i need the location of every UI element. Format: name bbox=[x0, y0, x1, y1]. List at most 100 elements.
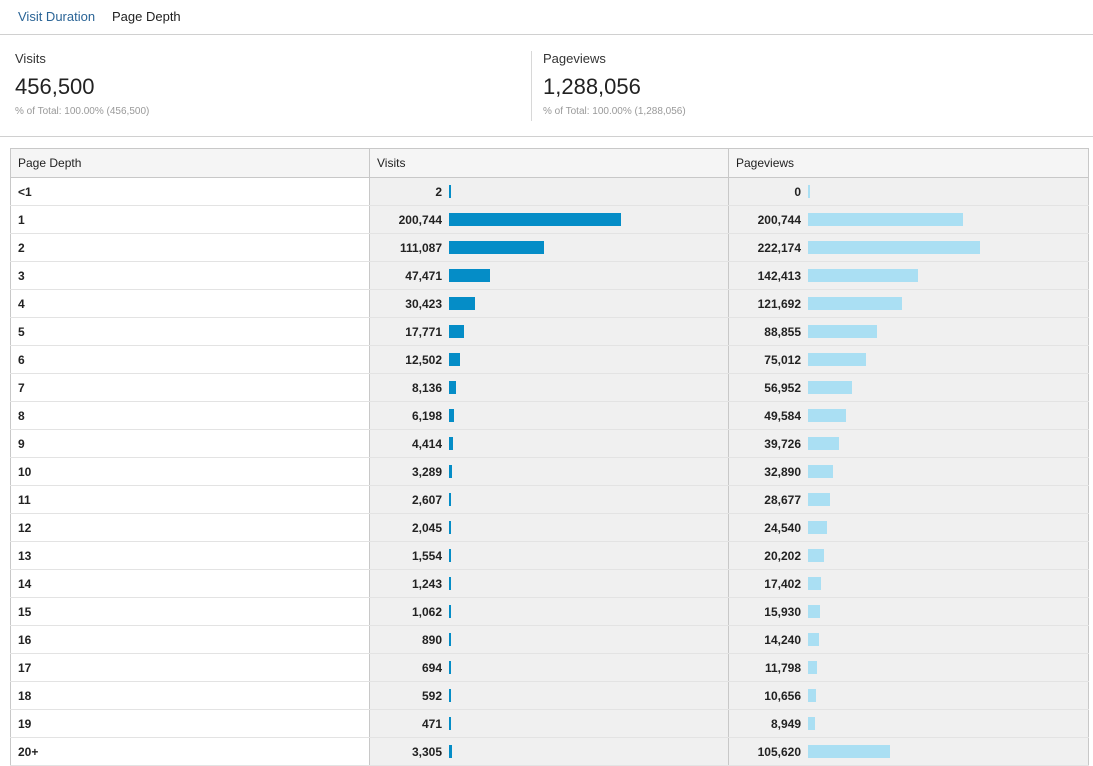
visits-metric-value: 456,500 bbox=[15, 74, 95, 99]
pageviews-bar bbox=[808, 605, 820, 618]
table-row[interactable]: 16 890 14,240 bbox=[10, 625, 1089, 654]
pageviews-value: 20,202 bbox=[764, 549, 801, 563]
pageviews-cell: 200,744 bbox=[728, 205, 1089, 234]
table-row[interactable]: 17 694 11,798 bbox=[10, 653, 1089, 682]
page-depth-cell: 14 bbox=[10, 569, 370, 598]
table-row[interactable]: 14 1,243 17,402 bbox=[10, 569, 1089, 598]
pageviews-metric-label: Pageviews bbox=[543, 51, 606, 66]
metric-divider bbox=[531, 51, 532, 121]
table-row[interactable]: <1 2 0 bbox=[10, 177, 1089, 206]
visits-bar bbox=[449, 185, 451, 198]
visits-bar bbox=[449, 493, 451, 506]
page-depth-cell: 2 bbox=[10, 233, 370, 262]
visits-value: 4,414 bbox=[411, 437, 442, 451]
table-row[interactable]: 10 3,289 32,890 bbox=[10, 457, 1089, 486]
table-row[interactable]: 8 6,198 49,584 bbox=[10, 401, 1089, 430]
page-depth-cell: 4 bbox=[10, 289, 370, 318]
pageviews-bar bbox=[808, 745, 890, 758]
visits-metric: Visits 456,500 % of Total: 100.00% (456,… bbox=[15, 51, 149, 117]
visits-bar bbox=[449, 381, 456, 394]
pageviews-value: 17,402 bbox=[764, 577, 801, 591]
table-row[interactable]: 3 47,471 142,413 bbox=[10, 261, 1089, 290]
pageviews-cell: 15,930 bbox=[728, 597, 1089, 626]
table-row[interactable]: 1 200,744 200,744 bbox=[10, 205, 1089, 234]
visits-cell: 2 bbox=[369, 177, 729, 206]
visits-bar bbox=[449, 717, 451, 730]
pageviews-cell: 121,692 bbox=[728, 289, 1089, 318]
visits-cell: 2,045 bbox=[369, 513, 729, 542]
visits-value: 3,305 bbox=[411, 745, 442, 759]
table-row[interactable]: 13 1,554 20,202 bbox=[10, 541, 1089, 570]
pageviews-value: 121,692 bbox=[757, 297, 801, 311]
visits-metric-total: % of Total: 100.00% (456,500) bbox=[15, 106, 150, 117]
page-depth-cell: 9 bbox=[10, 429, 370, 458]
pageviews-value: 88,855 bbox=[764, 325, 801, 339]
table-header-row: Page Depth Visits Pageviews bbox=[10, 148, 1089, 178]
pageviews-bar bbox=[808, 577, 821, 590]
column-header-pageviews[interactable]: Pageviews bbox=[728, 148, 1089, 178]
pageviews-value: 10,656 bbox=[764, 689, 801, 703]
visits-value: 1,554 bbox=[411, 549, 442, 563]
pageviews-metric-value: 1,288,056 bbox=[543, 74, 641, 99]
pageviews-bar bbox=[808, 353, 866, 366]
pageviews-cell: 105,620 bbox=[728, 737, 1089, 766]
pageviews-bar bbox=[808, 661, 817, 674]
visits-value: 694 bbox=[421, 661, 442, 675]
visits-cell: 2,607 bbox=[369, 485, 729, 514]
visits-cell: 17,771 bbox=[369, 317, 729, 346]
pageviews-cell: 222,174 bbox=[728, 233, 1089, 262]
visits-bar bbox=[449, 689, 451, 702]
table-row[interactable]: 15 1,062 15,930 bbox=[10, 597, 1089, 626]
table-row[interactable]: 6 12,502 75,012 bbox=[10, 345, 1089, 374]
column-header-page-depth[interactable]: Page Depth bbox=[10, 148, 370, 178]
table-row[interactable]: 12 2,045 24,540 bbox=[10, 513, 1089, 542]
pageviews-bar bbox=[808, 465, 833, 478]
pageviews-bar bbox=[808, 409, 846, 422]
table-row[interactable]: 2 111,087 222,174 bbox=[10, 233, 1089, 262]
pageviews-cell: 56,952 bbox=[728, 373, 1089, 402]
visits-value: 1,243 bbox=[411, 577, 442, 591]
pageviews-value: 11,798 bbox=[764, 661, 801, 675]
table-row[interactable]: 19 471 8,949 bbox=[10, 709, 1089, 738]
page-depth-cell: <1 bbox=[10, 177, 370, 206]
visits-cell: 592 bbox=[369, 681, 729, 710]
pageviews-value: 14,240 bbox=[764, 633, 801, 647]
pageviews-cell: 24,540 bbox=[728, 513, 1089, 542]
page-depth-cell: 5 bbox=[10, 317, 370, 346]
visits-value: 890 bbox=[421, 633, 442, 647]
pageviews-cell: 75,012 bbox=[728, 345, 1089, 374]
visits-value: 1,062 bbox=[411, 605, 442, 619]
pageviews-value: 56,952 bbox=[764, 381, 801, 395]
pageviews-cell: 39,726 bbox=[728, 429, 1089, 458]
visits-cell: 3,289 bbox=[369, 457, 729, 486]
tab-visit-duration[interactable]: Visit Duration bbox=[18, 9, 95, 24]
visits-bar bbox=[449, 521, 451, 534]
column-header-visits[interactable]: Visits bbox=[369, 148, 729, 178]
visits-cell: 8,136 bbox=[369, 373, 729, 402]
pageviews-value: 49,584 bbox=[764, 409, 801, 423]
visits-cell: 890 bbox=[369, 625, 729, 654]
pageviews-value: 24,540 bbox=[764, 521, 801, 535]
page-depth-cell: 20+ bbox=[10, 737, 370, 766]
visits-cell: 6,198 bbox=[369, 401, 729, 430]
visits-value: 2,607 bbox=[411, 493, 442, 507]
table-row[interactable]: 18 592 10,656 bbox=[10, 681, 1089, 710]
table-row[interactable]: 7 8,136 56,952 bbox=[10, 373, 1089, 402]
visits-value: 200,744 bbox=[398, 213, 442, 227]
table-row[interactable]: 20+ 3,305 105,620 bbox=[10, 737, 1089, 766]
table-row[interactable]: 11 2,607 28,677 bbox=[10, 485, 1089, 514]
page-depth-cell: 6 bbox=[10, 345, 370, 374]
visits-metric-label: Visits bbox=[15, 51, 46, 66]
pageviews-bar bbox=[808, 185, 810, 198]
pageviews-cell: 20,202 bbox=[728, 541, 1089, 570]
pageviews-bar bbox=[808, 213, 963, 226]
page-depth-cell: 7 bbox=[10, 373, 370, 402]
tab-page-depth[interactable]: Page Depth bbox=[112, 9, 181, 24]
table-row[interactable]: 9 4,414 39,726 bbox=[10, 429, 1089, 458]
table-row[interactable]: 5 17,771 88,855 bbox=[10, 317, 1089, 346]
table-row[interactable]: 4 30,423 121,692 bbox=[10, 289, 1089, 318]
pageviews-bar bbox=[808, 549, 824, 562]
page-depth-cell: 3 bbox=[10, 261, 370, 290]
visits-bar bbox=[449, 325, 464, 338]
visits-bar bbox=[449, 409, 454, 422]
